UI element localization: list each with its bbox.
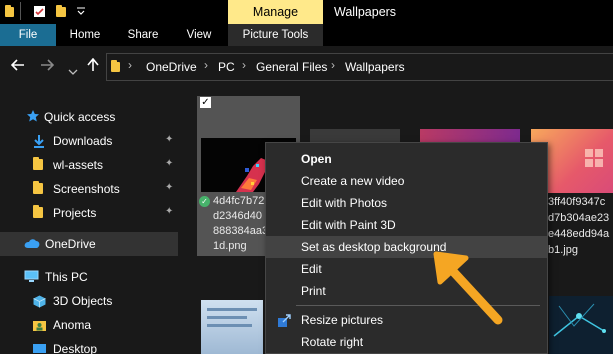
desktop-icon xyxy=(33,343,46,354)
pin-icon[interactable]: ✦ xyxy=(165,206,173,217)
pin-icon[interactable]: ✦ xyxy=(165,158,173,169)
tab-file[interactable]: File xyxy=(0,24,56,46)
resize-icon xyxy=(278,314,291,327)
menu-item-label: Edit with Photos xyxy=(301,196,388,210)
computer-icon xyxy=(24,270,39,282)
toolbar-divider xyxy=(20,2,21,20)
sidebar-item-downloads[interactable]: Downloads ✦ xyxy=(0,129,178,153)
file-thumbnail[interactable] xyxy=(420,129,520,143)
back-arrow-icon[interactable] xyxy=(10,56,25,76)
breadcrumb-chevron-icon[interactable]: › xyxy=(242,58,246,72)
file-name-line: e448edd94a xyxy=(548,228,610,240)
sidebar-item-label: Quick access xyxy=(44,110,116,124)
menu-item-label: Edit with Paint 3D xyxy=(301,218,396,232)
sidebar-item-3d-objects[interactable]: 3D Objects xyxy=(0,289,178,313)
customize-quick-access-icon[interactable] xyxy=(76,5,86,20)
menu-item-label: Open xyxy=(301,152,332,166)
sidebar-item-this-pc[interactable]: This PC xyxy=(0,265,178,289)
star-icon xyxy=(26,109,39,122)
sidebar-item-label: This PC xyxy=(45,270,88,284)
menu-item-edit-with-paint-3d[interactable]: Edit with Paint 3D xyxy=(266,214,547,236)
file-name-line: b1.jpg xyxy=(548,244,578,256)
sidebar-item-wl-assets[interactable]: wl-assets ✦ xyxy=(0,153,178,177)
breadcrumb-wallpapers[interactable]: Wallpapers xyxy=(345,59,405,75)
file-name-line: 4d4fc7b72 xyxy=(213,195,265,207)
up-arrow-icon[interactable] xyxy=(86,56,100,76)
forward-arrow-icon[interactable] xyxy=(40,56,55,76)
sidebar-item-label: Desktop xyxy=(53,342,98,354)
cube-icon xyxy=(33,295,46,308)
sidebar-item-anoma[interactable]: Anoma xyxy=(0,313,178,337)
menu-item-rotate-right[interactable]: Rotate right xyxy=(266,331,547,353)
manage-contextual-tab[interactable]: Manage xyxy=(228,0,323,24)
file-select-checkbox[interactable]: ✓ xyxy=(200,97,211,108)
tab-view[interactable]: View xyxy=(176,24,222,46)
recent-locations-chevron-icon[interactable] xyxy=(68,60,78,80)
menu-item-label: Print xyxy=(301,284,326,298)
window-title: Wallpapers xyxy=(334,5,397,19)
properties-icon[interactable] xyxy=(33,5,46,18)
breadcrumb-chevron-icon[interactable]: › xyxy=(331,58,335,72)
breadcrumb-pc[interactable]: PC xyxy=(218,59,235,75)
sidebar-item-label: Screenshots xyxy=(53,182,120,196)
menu-item-edit-with-photos[interactable]: Edit with Photos xyxy=(266,192,547,214)
file-name-line: 888384aa3 xyxy=(213,225,269,237)
sidebar-item-label: Downloads xyxy=(53,134,113,148)
menu-item-label: Rotate right xyxy=(301,335,364,349)
sidebar-item-label: 3D Objects xyxy=(53,294,113,308)
menu-item-label: Edit xyxy=(301,262,322,276)
tab-picture-tools[interactable]: Picture Tools xyxy=(228,24,323,46)
breadcrumb-chevron-icon[interactable]: › xyxy=(128,58,132,72)
pin-icon[interactable]: ✦ xyxy=(165,182,173,193)
user-folder-icon xyxy=(33,319,46,331)
file-thumbnail[interactable] xyxy=(201,300,263,354)
menu-item-open[interactable]: Open xyxy=(266,148,547,170)
download-arrow-icon xyxy=(33,135,45,148)
folder-icon xyxy=(33,205,43,218)
folder-icon xyxy=(33,157,43,170)
breadcrumb-chevron-icon[interactable]: › xyxy=(204,58,208,72)
folder-icon xyxy=(5,5,18,18)
file-name-line: d7b304ae23 xyxy=(548,212,610,224)
menu-item-create-new-video[interactable]: Create a new video xyxy=(266,170,547,192)
folder-icon xyxy=(111,60,124,72)
sidebar-item-label: Projects xyxy=(53,206,97,220)
sync-status-check-icon: ✓ xyxy=(199,196,210,207)
menu-item-label: Resize pictures xyxy=(301,313,384,327)
tab-share[interactable]: Share xyxy=(120,24,166,46)
sidebar-item-label: Anoma xyxy=(53,318,92,332)
sidebar-item-label: OneDrive xyxy=(45,237,96,251)
sidebar-item-label: wl-assets xyxy=(53,158,104,172)
sidebar-item-onedrive[interactable]: OneDrive xyxy=(0,232,178,256)
annotation-arrow-icon xyxy=(420,248,510,331)
file-name-line: d2346d40 xyxy=(213,210,262,222)
breadcrumb-onedrive[interactable]: OneDrive xyxy=(146,59,197,75)
pin-icon[interactable]: ✦ xyxy=(165,134,173,145)
breadcrumb-general-files[interactable]: General Files xyxy=(256,59,327,75)
cloud-icon xyxy=(24,238,40,250)
folder-icon xyxy=(33,181,43,194)
tab-home[interactable]: Home xyxy=(62,24,108,46)
file-thumbnail[interactable] xyxy=(549,296,613,354)
sidebar-item-desktop[interactable]: Desktop xyxy=(0,337,178,354)
file-name-line: 1d.png xyxy=(213,240,247,252)
sidebar-item-screenshots[interactable]: Screenshots ✦ xyxy=(0,177,178,201)
menu-item-label: Create a new video xyxy=(301,174,405,188)
new-folder-icon[interactable] xyxy=(56,5,69,18)
file-name-line: 3ff40f9347c xyxy=(548,196,606,208)
sidebar-item-projects[interactable]: Projects ✦ xyxy=(0,201,178,225)
file-thumbnail[interactable] xyxy=(310,129,400,143)
sidebar-item-quick-access[interactable]: Quick access xyxy=(0,105,178,129)
